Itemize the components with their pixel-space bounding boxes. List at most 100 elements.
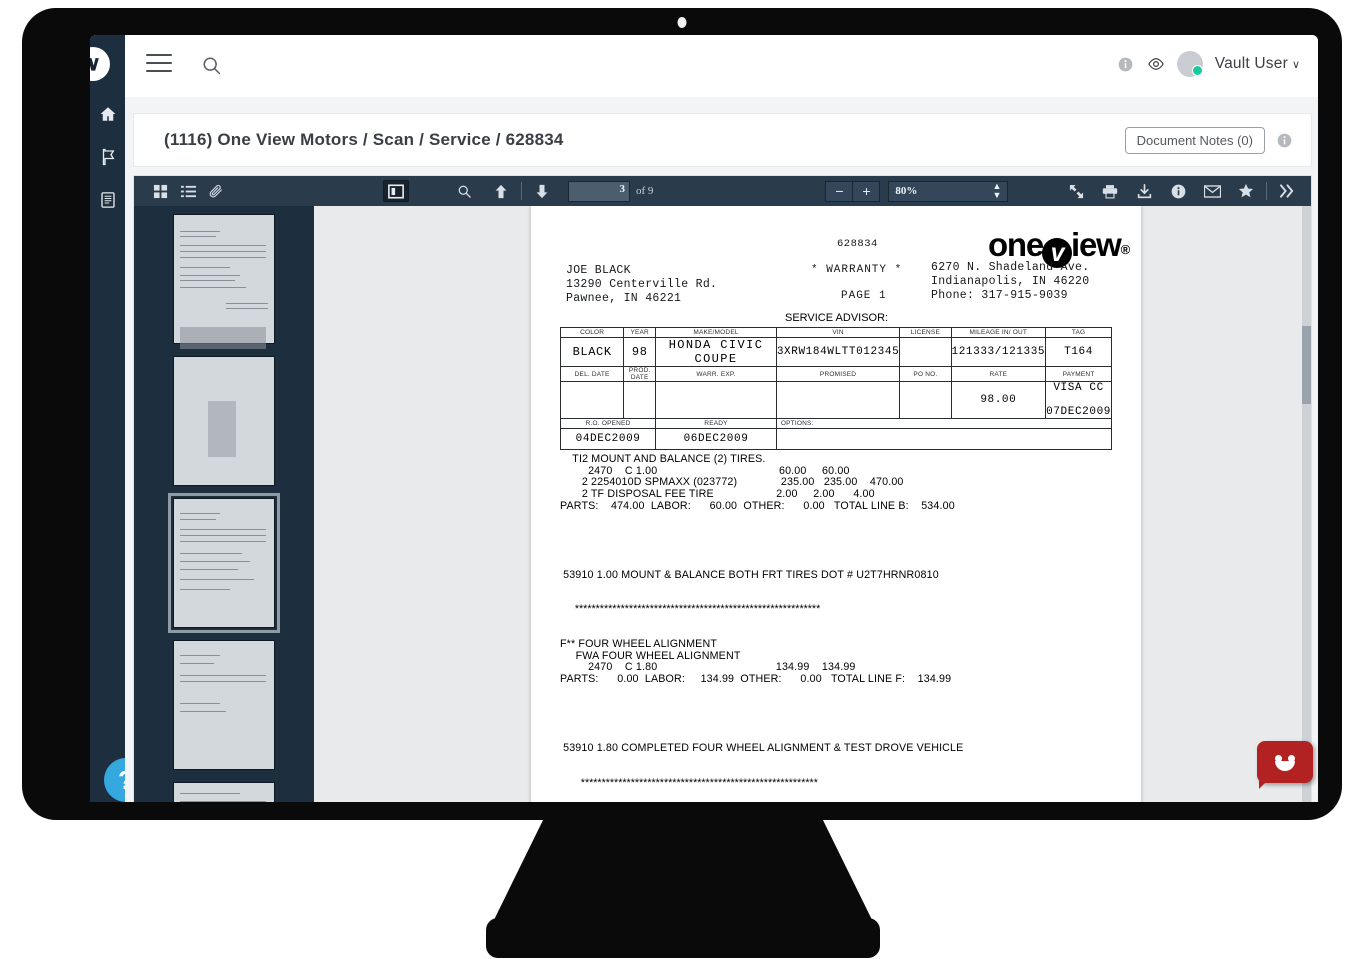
td-payment: VISA CC [1053,382,1103,394]
monitor-stand-neck [490,818,876,928]
sidebar-item-home[interactable] [97,103,118,124]
td-year: 98 [624,338,656,367]
td-color: BLACK [561,338,624,367]
grid-view-icon[interactable] [147,180,173,202]
th-mileage: MILEAGE IN/ OUT [951,328,1046,338]
document-page: oneview® 628834 * WARRANTY * PAGE 1 JOE … [531,206,1141,802]
td-del-date [561,382,624,419]
search-icon[interactable] [451,180,477,202]
search-icon[interactable] [201,55,222,81]
eye-icon[interactable] [1147,55,1165,73]
line-items-body: TI2 MOUNT AND BALANCE (2) TIRES. 2470 C … [560,431,1120,802]
table-row: BLACK 98 HONDA CIVIC COUPE 3XRW184WLTT01… [561,338,1112,367]
webcam-dot [678,17,687,28]
email-icon[interactable] [1199,180,1225,202]
th-warr-exp: WARR. EXP. [656,367,777,382]
online-status-dot [1192,65,1203,76]
zoom-level-select[interactable]: 80% ▲▼ [888,181,1008,202]
monitor-frame: ? Vault User ∨ [22,8,1342,820]
user-menu[interactable]: Vault User ∨ [1215,55,1300,73]
up-down-arrows-icon: ▲▼ [993,182,1002,200]
screen: ? Vault User ∨ [90,35,1318,802]
td-mileage: 121333/121335 [951,338,1046,367]
table-header-row: DEL. DATE PROD. DATE WARR. EXP. PROMISED… [561,367,1112,382]
line-item-note-2: 53910 1.80 COMPLETED FOUR WHEEL ALIGNMEN… [560,743,1120,755]
arrow-up-icon[interactable] [488,180,514,202]
top-bar-actions: Vault User ∨ [1117,51,1300,77]
separator-stars-1: ****************************************… [560,604,1120,616]
th-rate: RATE [951,367,1046,382]
user-name-label: Vault User [1215,55,1288,73]
th-color: COLOR [561,328,624,338]
smiley-mouth [1275,761,1295,771]
document-notes-button[interactable]: Document Notes (0) [1125,127,1265,154]
pdf-toolbar: 3 of 9 − + 80% ▲▼ [134,176,1311,207]
page-number-input[interactable]: 3 [568,181,630,202]
print-icon[interactable] [1097,180,1123,202]
td-license [900,338,951,367]
more-chevrons-icon[interactable] [1274,180,1300,202]
attachment-icon[interactable] [203,180,229,202]
document-scrollbar[interactable] [1302,206,1311,802]
td-rate: 98.00 [951,382,1046,419]
pdf-viewer: 3 of 9 − + 80% ▲▼ [133,175,1312,802]
toolbar-divider [521,182,522,200]
line-item-note-1: 53910 1.00 MOUNT & BALANCE BOTH FRT TIRE… [560,570,1120,582]
sidebar-item-flagged[interactable] [97,146,118,167]
info-icon[interactable] [1165,180,1191,202]
top-bar: Vault User ∨ [125,35,1318,98]
fullscreen-icon[interactable] [1063,180,1089,202]
line-item-block-3: F** FOUR WHEEL ALIGNMENT FWA FOUR WHEEL … [560,639,1120,685]
info-icon[interactable] [1117,55,1135,73]
zoom-level-label: 80% [895,185,917,197]
arrow-down-icon[interactable] [529,180,555,202]
sidebar-toggle-icon[interactable] [383,180,409,202]
info-icon[interactable] [1275,131,1293,149]
hamburger-icon[interactable] [146,54,172,76]
thumbnail-page-2[interactable] [173,356,275,486]
breadcrumb[interactable]: (1116) One View Motors / Scan / Service … [164,130,564,150]
th-po-no: PO NO. [900,367,951,382]
list-view-icon[interactable] [175,180,201,202]
td-po-no [900,382,951,419]
zoom-out-button[interactable]: − [825,181,853,202]
chevron-down-icon: ∨ [1292,58,1300,71]
service-advisor-label: SERVICE ADVISOR: [785,312,888,324]
separator-stars-2: ****************************************… [560,778,1120,790]
star-icon[interactable] [1233,180,1259,202]
logo-text-right: iew [1071,226,1121,263]
monitor-stand-base [486,918,880,958]
warranty-label: * WARRANTY * [811,264,902,276]
thumbnail-page-1[interactable] [173,214,275,344]
th-del-date: DEL. DATE [561,367,624,382]
document-scroll-thumb[interactable] [1302,326,1311,404]
download-icon[interactable] [1131,180,1157,202]
thumbnail-panel[interactable] [134,206,314,802]
thumbnail-page-3[interactable] [173,498,275,628]
table-row: 98.00 VISA CC 07DEC2009 [561,382,1112,419]
th-options: OPTIONS: [776,419,1111,429]
zoom-in-button[interactable]: + [853,181,880,202]
th-payment: PAYMENT [1046,367,1112,382]
th-prod-date: PROD. DATE [624,367,656,382]
logo-registered-mark: ® [1121,242,1129,257]
th-make-model: MAKE/MODEL [656,328,777,338]
thumbnail-page-5[interactable] [173,782,275,802]
toolbar-divider [1266,182,1267,200]
page-area: (1116) One View Motors / Scan / Service … [125,97,1318,802]
td-promised [776,382,899,419]
td-inv-date: 07DEC2009 [1046,406,1111,418]
document-canvas: oneview® 628834 * WARRANTY * PAGE 1 JOE … [314,206,1302,802]
logo-text-left: one [988,226,1043,263]
feedback-chat-icon[interactable] [1257,741,1313,783]
table-header-row: R.O. OPENED READY OPTIONS: [561,419,1112,429]
sidebar-item-documents[interactable] [97,189,118,210]
td-warr-exp [656,382,777,419]
avatar[interactable] [1177,51,1203,77]
page-count-label: of 9 [636,185,653,197]
thumbnail-page-4[interactable] [173,640,275,770]
dealer-address: 6270 N. Shadeland Ave. Indianapolis, IN … [931,261,1089,303]
app-sidebar [90,35,125,802]
td-make-model: HONDA CIVIC COUPE [656,338,777,367]
th-ready: READY [656,419,777,429]
